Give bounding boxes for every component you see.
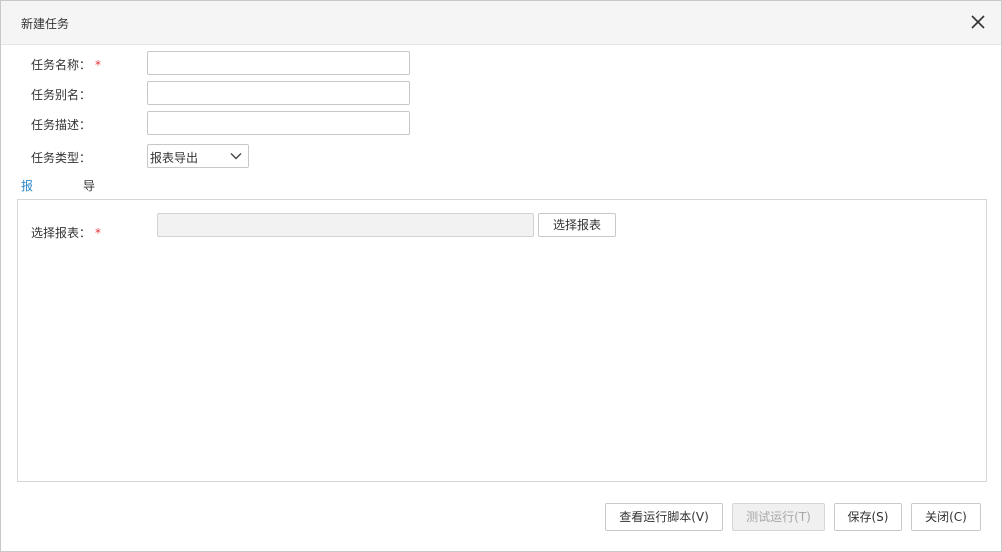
save-button[interactable]: 保存(S): [834, 503, 902, 531]
task-name-label-text: 任务名称：: [31, 58, 92, 72]
task-alias-input[interactable]: [147, 81, 410, 105]
view-script-button[interactable]: 查看运行脚本(V): [605, 503, 723, 531]
chevron-down-icon: [230, 150, 242, 162]
dialog-titlebar: 新建任务: [1, 1, 1001, 45]
test-run-button[interactable]: 测试运行(T): [732, 503, 825, 531]
new-task-dialog: 新建任务 任务名称：* 任务别名： 任务描述： 任务类型： 报表导出 报表设置 …: [0, 0, 1002, 552]
task-name-label: 任务名称： *: [31, 56, 101, 73]
task-type-select[interactable]: 报表导出: [147, 144, 249, 168]
report-settings-panel: 选择报表： * 选择报表: [17, 199, 987, 482]
tab-report-settings[interactable]: 报表设置: [17, 175, 38, 259]
task-desc-label: 任务描述：: [31, 118, 92, 132]
selected-report-field: [157, 213, 534, 237]
dialog-title: 新建任务: [21, 17, 70, 31]
choose-report-button[interactable]: 选择报表: [538, 213, 616, 237]
required-marker: *: [95, 58, 102, 72]
task-desc-input[interactable]: [147, 111, 410, 135]
tab-export-settings[interactable]: 导出设置: [83, 175, 95, 259]
task-type-selected-value: 报表导出: [150, 151, 199, 165]
task-alias-label: 任务别名：: [31, 88, 92, 102]
select-report-label-text: 选择报表：: [31, 226, 92, 240]
select-report-label: 选择报表： *: [31, 224, 101, 241]
close-icon[interactable]: [968, 12, 988, 32]
close-button[interactable]: 关闭(C): [911, 503, 981, 531]
task-name-input[interactable]: [147, 51, 410, 75]
task-type-label: 任务类型：: [31, 151, 92, 165]
required-marker: *: [95, 226, 102, 240]
